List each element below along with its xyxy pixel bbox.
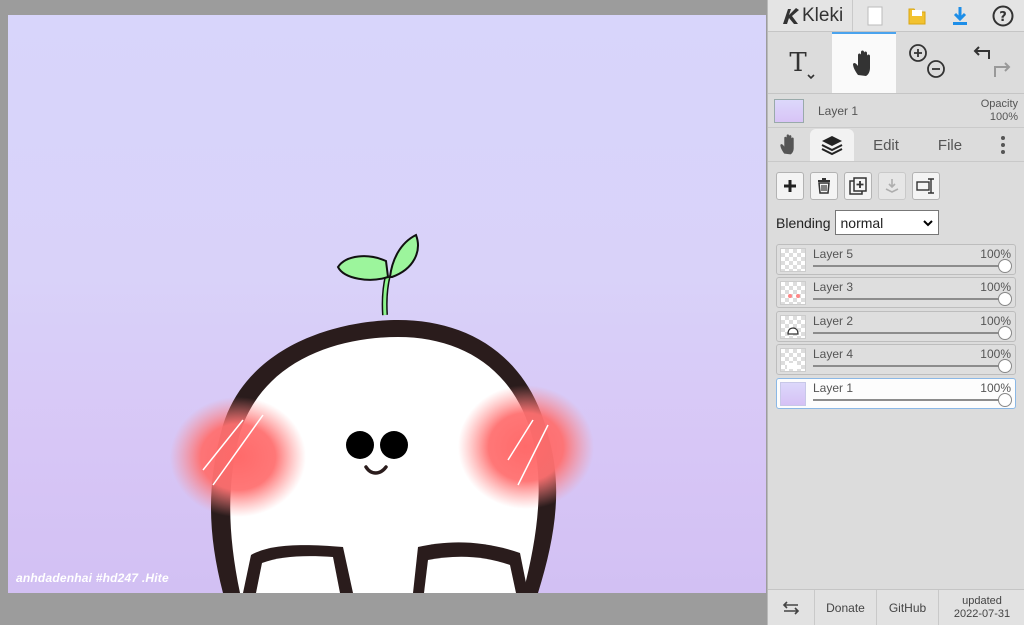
layer-opacity-slider[interactable] xyxy=(813,359,1012,374)
help-icon: ? xyxy=(992,5,1014,26)
github-link[interactable]: GitHub xyxy=(877,590,939,625)
zoom-in-icon xyxy=(909,43,927,62)
rename-layer-icon xyxy=(916,178,934,194)
drawing-canvas[interactable]: anhdadenhai #hd247 .Hite xyxy=(8,15,766,593)
tab-file[interactable]: File xyxy=(918,129,982,161)
text-tool-button[interactable]: T xyxy=(768,32,832,93)
undo-redo-buttons xyxy=(960,32,1024,93)
artwork xyxy=(170,233,594,593)
blending-value: normal xyxy=(840,214,884,231)
tab-edit[interactable]: Edit xyxy=(854,129,918,161)
delete-layer-icon xyxy=(818,178,830,194)
tab-hand[interactable] xyxy=(768,129,810,161)
layer-actions xyxy=(776,172,1016,200)
top-bar: Kleki ? xyxy=(768,0,1024,32)
layer-item-5[interactable]: Layer 5 100% xyxy=(776,244,1016,275)
open-folder-icon xyxy=(908,8,926,24)
updated-label: updated xyxy=(962,594,1002,607)
more-menu-button[interactable] xyxy=(982,129,1024,161)
watermark-text: anhdadenhai #hd247 .Hite xyxy=(16,571,169,585)
undo-icon xyxy=(973,45,990,59)
slider-knob[interactable] xyxy=(998,392,1012,407)
current-layer-name: Layer 1 xyxy=(818,103,859,118)
svg-text:T: T xyxy=(789,48,807,78)
swap-icon xyxy=(782,600,800,615)
merge-layer-icon xyxy=(885,179,899,193)
layer-list: Layer 5 100% Layer 3 100% Layer 2 100% L… xyxy=(776,244,1016,409)
tab-layers[interactable] xyxy=(810,129,854,161)
hand-tool-icon xyxy=(853,50,870,76)
blending-label: Blending xyxy=(776,214,831,231)
download-button[interactable] xyxy=(939,0,982,31)
app-logo[interactable]: Kleki xyxy=(768,0,854,31)
app-name: Kleki xyxy=(802,4,844,26)
add-layer-button[interactable] xyxy=(776,172,804,200)
zoom-out-icon xyxy=(927,59,945,78)
layer-name: Layer 5 xyxy=(813,247,854,261)
opacity-value: 100% xyxy=(989,110,1018,123)
download-icon xyxy=(953,6,968,25)
bottom-bar: Donate GitHub updated 2022-07-31 xyxy=(768,589,1024,625)
layers-icon xyxy=(821,136,843,156)
kleki-logo-icon xyxy=(783,7,799,24)
hand-tab-icon xyxy=(780,134,794,155)
more-icon xyxy=(1001,136,1005,154)
panel-tabs: Edit File xyxy=(768,128,1024,162)
layer-item-2[interactable]: Layer 2 100% xyxy=(776,310,1016,342)
layer-name: Layer 1 xyxy=(813,380,854,395)
chevron-down-icon xyxy=(922,219,933,226)
zoom-buttons xyxy=(896,32,960,93)
add-layer-icon xyxy=(784,180,796,192)
layer-thumbnail xyxy=(780,381,806,406)
layer-thumbnail xyxy=(780,348,806,373)
blending-row: Blending normal xyxy=(776,210,1016,235)
merge-layer-button[interactable] xyxy=(878,172,906,200)
slider-knob[interactable] xyxy=(998,292,1012,307)
layer-opacity-slider[interactable] xyxy=(813,325,1012,340)
layer-item-1[interactable]: Layer 1 100% xyxy=(776,377,1016,409)
help-button[interactable]: ? xyxy=(981,0,1024,31)
side-panel: Kleki ? T Layer 1 Opacity 100% Edit File… xyxy=(767,0,1024,625)
text-tool-icon: T xyxy=(789,48,815,79)
current-layer-opacity: Opacity 100% xyxy=(981,98,1018,124)
svg-text:?: ? xyxy=(999,10,1007,25)
layer-name: Layer 4 xyxy=(813,347,854,362)
duplicate-layer-icon xyxy=(849,177,867,195)
layer-opacity-slider[interactable] xyxy=(813,259,1012,273)
slider-knob[interactable] xyxy=(998,359,1012,374)
current-layer-thumbnail xyxy=(774,98,804,123)
rename-layer-button[interactable] xyxy=(912,172,940,200)
layer-opacity-slider[interactable] xyxy=(813,292,1012,307)
current-layer-strip: Layer 1 Opacity 100% xyxy=(768,94,1024,128)
layer-opacity-slider[interactable] xyxy=(813,392,1012,407)
layers-panel: Blending normal Layer 5 100% Layer 3 100… xyxy=(768,162,1024,421)
tool-row: T xyxy=(768,32,1024,94)
duplicate-layer-button[interactable] xyxy=(844,172,872,200)
canvas-area[interactable]: anhdadenhai #hd247 .Hite xyxy=(0,0,767,625)
layer-thumbnail xyxy=(780,248,806,272)
layer-item-4[interactable]: Layer 4 100% xyxy=(776,344,1016,376)
updated-info: updated 2022-07-31 xyxy=(939,590,1024,625)
hand-tool-button[interactable] xyxy=(832,32,896,93)
delete-layer-button[interactable] xyxy=(810,172,838,200)
open-file-button[interactable] xyxy=(896,0,939,31)
blending-select[interactable]: normal xyxy=(834,210,939,235)
new-file-icon xyxy=(867,6,883,25)
layer-name: Layer 3 xyxy=(813,280,854,295)
swap-side-button[interactable] xyxy=(768,590,815,625)
opacity-label: Opacity xyxy=(980,97,1018,110)
layer-thumbnail xyxy=(780,281,806,306)
slider-knob[interactable] xyxy=(998,325,1012,340)
layer-item-3[interactable]: Layer 3 100% xyxy=(776,277,1016,309)
updated-date: 2022-07-31 xyxy=(953,607,1011,620)
new-file-button[interactable] xyxy=(853,0,896,31)
slider-knob[interactable] xyxy=(998,259,1012,273)
redo-icon xyxy=(994,61,1011,77)
layer-name: Layer 2 xyxy=(813,313,854,328)
donate-link[interactable]: Donate xyxy=(815,590,877,625)
layer-thumbnail xyxy=(780,314,806,339)
